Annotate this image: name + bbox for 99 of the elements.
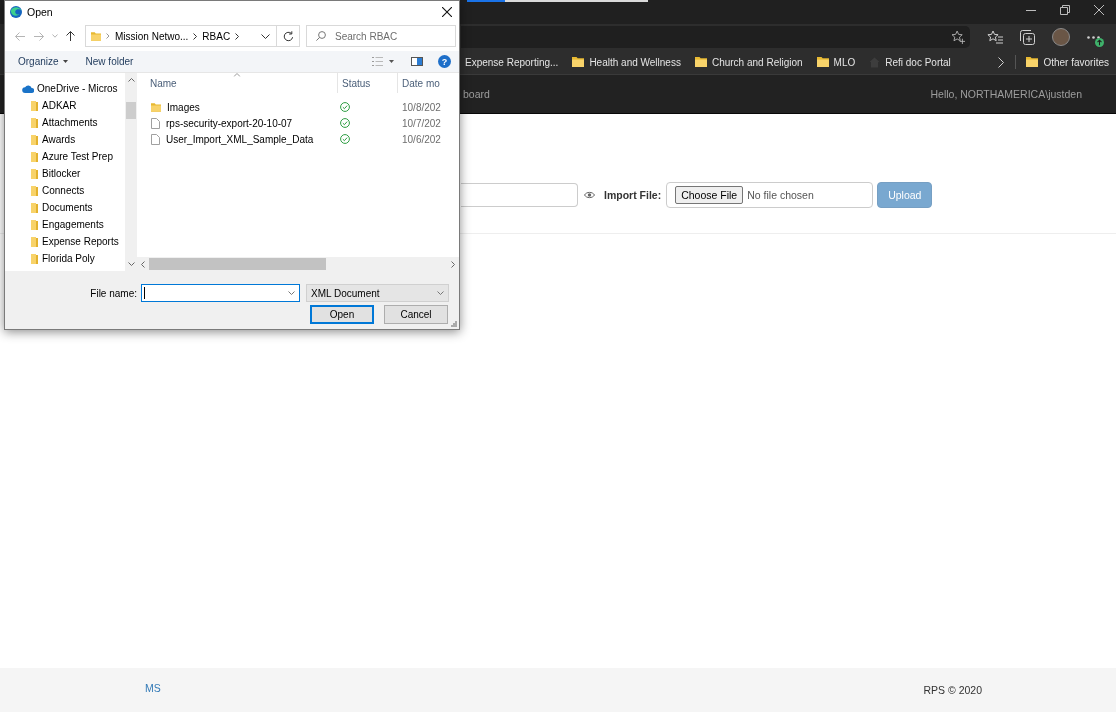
- nav-pane-item[interactable]: Expense Reports: [5, 233, 125, 250]
- up-arrow-badge-icon: [1095, 38, 1104, 47]
- scrollbar-thumb[interactable]: [126, 102, 136, 119]
- folder-icon: [151, 102, 161, 112]
- toolbar-button[interactable]: Organize: [13, 56, 73, 67]
- caret-icon[interactable]: [389, 60, 394, 63]
- app-logo-icon: [10, 6, 22, 18]
- nav-pane-item[interactable]: Documents: [5, 199, 125, 216]
- file-name-cell[interactable]: User_Import_XML_Sample_Data: [137, 133, 337, 145]
- date-cell-text: 10/8/202: [401, 101, 442, 113]
- column-header[interactable]: Date mo: [397, 73, 459, 93]
- dialog-button[interactable]: Open: [310, 305, 374, 324]
- path-segment[interactable]: RBAC: [202, 30, 231, 42]
- column-header[interactable]: Status: [337, 73, 397, 93]
- site-brand[interactable]: board: [463, 88, 490, 100]
- favorite-link[interactable]: Refi doc Portal: [869, 56, 951, 68]
- caret-icon: [62, 60, 68, 63]
- nav-pane-item[interactable]: Awards: [5, 131, 125, 148]
- footer-link[interactable]: MS: [145, 681, 161, 694]
- favorite-link[interactable]: Health and Wellness: [572, 56, 681, 68]
- chevron-down-icon[interactable]: [261, 33, 270, 39]
- folder-icon: [31, 202, 38, 213]
- file-name-cell[interactable]: Images: [137, 101, 337, 113]
- file-icon: [151, 133, 160, 145]
- date-cell-text: 10/6/202: [401, 133, 442, 145]
- chevron-up-icon[interactable]: [127, 78, 135, 82]
- text-field[interactable]: [461, 183, 578, 207]
- close-icon[interactable]: [442, 7, 452, 17]
- restore-icon[interactable]: [1060, 5, 1070, 15]
- search-icon: [316, 31, 326, 41]
- folder-icon: [31, 219, 38, 230]
- chevron-right-icon[interactable]: [451, 260, 455, 268]
- file-name-label: File name:: [90, 287, 137, 299]
- folder-icon: [31, 185, 38, 196]
- file-icon: [151, 117, 160, 129]
- minimize-icon[interactable]: [1026, 9, 1036, 11]
- nav-pane-item[interactable]: Connects: [5, 182, 125, 199]
- refresh-button[interactable]: [277, 25, 300, 47]
- nav-pane-item[interactable]: OneDrive - Micros: [5, 80, 125, 97]
- path-segment[interactable]: Mission Netwo...: [115, 30, 189, 42]
- scrollbar-thumb[interactable]: [149, 258, 326, 270]
- favorite-link[interactable]: Expense Reporting...: [465, 56, 559, 68]
- eye-icon[interactable]: [584, 191, 595, 199]
- favorite-link[interactable]: MLO: [816, 56, 856, 68]
- toolbar-button[interactable]: New folder: [80, 56, 139, 67]
- chevron-icon[interactable]: [193, 32, 198, 40]
- vertical-scrollbar[interactable]: [125, 73, 137, 271]
- close-icon[interactable]: [1094, 5, 1104, 15]
- choose-file-button[interactable]: Choose File: [675, 186, 744, 204]
- folder-icon: [694, 57, 707, 67]
- nav-pane-item[interactable]: ADKAR: [5, 97, 125, 114]
- squares-plus-icon[interactable]: [1020, 29, 1035, 45]
- file-name-cell[interactable]: rps-security-export-20-10-07: [137, 117, 337, 129]
- help-button[interactable]: ?: [438, 55, 451, 68]
- greeting-text: Hello, NORTHAMERICA\justden: [930, 88, 1082, 100]
- nav-pane-item[interactable]: Engagements: [5, 216, 125, 233]
- list-view-icon[interactable]: [372, 57, 383, 66]
- star-plus-icon[interactable]: [951, 30, 965, 44]
- file-status-text: No file chosen: [747, 189, 814, 201]
- nav-pane-item[interactable]: Attachments: [5, 114, 125, 131]
- import-file-label: Import File:: [604, 189, 662, 201]
- file-type-select[interactable]: XML Document: [306, 284, 449, 302]
- column-header[interactable]: Name: [137, 73, 337, 93]
- chevron-icon[interactable]: [235, 32, 240, 40]
- chevron-left-icon[interactable]: [141, 260, 145, 268]
- up-arrow-icon[interactable]: [65, 31, 75, 41]
- chevron-down-icon: [437, 291, 444, 295]
- folder-icon: [31, 253, 38, 264]
- star-list-icon[interactable]: [986, 30, 1003, 44]
- profile-avatar[interactable]: [1051, 28, 1070, 46]
- nav-pane-item[interactable]: Florida Poly: [5, 250, 125, 267]
- folder-icon: [31, 236, 38, 247]
- favorite-link[interactable]: Church and Religion: [694, 56, 803, 68]
- favorite-folder[interactable]: Other favorites: [1026, 56, 1109, 68]
- dialog-title: Open: [27, 6, 53, 18]
- folder-icon: [572, 57, 585, 67]
- folder-icon: [1026, 57, 1039, 67]
- resize-grip-icon[interactable]: [451, 321, 457, 327]
- file-input[interactable]: Choose File No file chosen: [666, 182, 874, 208]
- split-pane-icon[interactable]: [411, 57, 423, 66]
- file-name-field[interactable]: [141, 284, 300, 302]
- more-icon[interactable]: [1087, 35, 1100, 39]
- folder-icon: [91, 31, 101, 41]
- folder-icon: [31, 151, 38, 162]
- search-field[interactable]: Search RBAC: [306, 25, 456, 47]
- refresh-icon: [282, 30, 294, 42]
- cloud-icon: [22, 84, 34, 93]
- folder-icon: [31, 100, 38, 111]
- path-bar[interactable]: Mission Netwo... RBAC: [85, 25, 277, 47]
- folder-icon: [31, 117, 38, 128]
- folder-icon: [31, 168, 38, 179]
- folder-icon: [816, 57, 829, 67]
- copyright-text: RPS © 2020: [923, 684, 982, 696]
- folder-icon: [31, 134, 38, 145]
- nav-pane-item[interactable]: Bitlocker: [5, 165, 125, 182]
- nav-pane-item[interactable]: Azure Test Prep: [5, 148, 125, 165]
- date-cell-text: 10/7/202: [401, 117, 442, 129]
- horizontal-scrollbar[interactable]: [137, 257, 459, 271]
- dialog-button[interactable]: Cancel: [384, 305, 448, 324]
